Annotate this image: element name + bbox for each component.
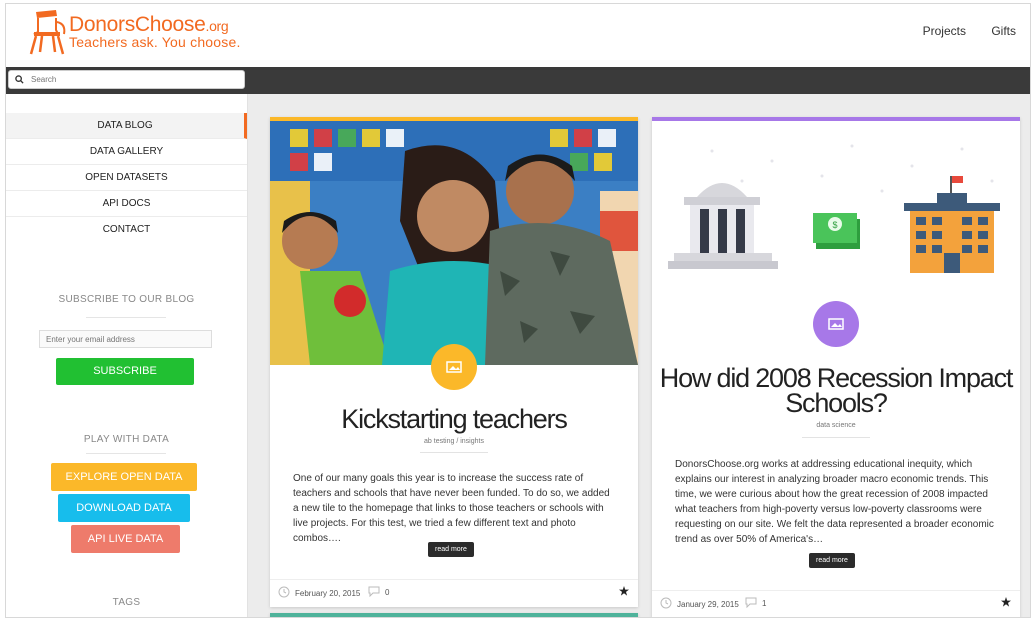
- read-more-button[interactable]: read more: [809, 553, 855, 568]
- image-icon: [446, 361, 462, 373]
- post-photo[interactable]: [270, 121, 638, 365]
- divider: [420, 452, 488, 453]
- divider: [86, 317, 166, 318]
- star-icon[interactable]: [1001, 597, 1011, 607]
- browser-viewport: DonorsChoose.org Teachers ask. You choos…: [5, 3, 1031, 618]
- logo-chair-icon[interactable]: [26, 8, 68, 58]
- comment-icon: [368, 586, 380, 597]
- search-bar: [6, 67, 1030, 94]
- post-type-badge: [431, 344, 477, 390]
- image-icon: [828, 318, 844, 330]
- divider: [802, 437, 870, 438]
- post-excerpt: One of our many goals this year is to in…: [293, 473, 610, 544]
- post-card: $ How did 2008 Recession Impact Schools?…: [652, 117, 1020, 617]
- post-category[interactable]: data science: [652, 422, 1020, 429]
- post-card: Kickstarting teachers ab testing / insig…: [270, 117, 638, 607]
- svg-text:$: $: [832, 220, 837, 230]
- nav-projects[interactable]: Projects: [923, 24, 966, 38]
- nav-gifts[interactable]: Gifts: [991, 24, 1016, 38]
- post-date: February 20, 2015: [295, 589, 361, 598]
- post-card-next: [270, 613, 638, 617]
- post-footer: January 29, 2015 1: [652, 590, 1020, 615]
- download-data-button[interactable]: DOWNLOAD DATA: [58, 494, 190, 522]
- search-box: [8, 70, 245, 89]
- comment-count[interactable]: 1: [762, 599, 766, 608]
- post-date: January 29, 2015: [677, 600, 739, 609]
- sidebar-item-open-datasets[interactable]: OPEN DATASETS: [6, 165, 247, 191]
- site-header: DonorsChoose.org Teachers ask. You choos…: [6, 4, 1030, 67]
- post-footer: February 20, 2015 0: [270, 579, 638, 604]
- subscribe-heading: SUBSCRIBE TO OUR BLOG: [58, 294, 195, 305]
- sidebar-item-data-gallery[interactable]: DATA GALLERY: [6, 139, 247, 165]
- blog-feed: Kickstarting teachers ab testing / insig…: [248, 94, 1030, 617]
- search-input[interactable]: [31, 72, 231, 87]
- subscribe-button[interactable]: SUBSCRIBE: [56, 358, 194, 385]
- clock-icon: [660, 597, 672, 609]
- api-live-data-button[interactable]: API LIVE DATA: [71, 525, 180, 553]
- tags-heading: TAGS: [112, 597, 141, 608]
- sidebar-item-data-blog[interactable]: DATA BLOG: [6, 113, 247, 139]
- read-more-button[interactable]: read more: [428, 542, 474, 557]
- post-category[interactable]: ab testing / insights: [270, 438, 638, 445]
- post-title[interactable]: Kickstarting teachers: [270, 406, 638, 433]
- divider: [86, 453, 166, 454]
- explore-open-data-button[interactable]: EXPLORE OPEN DATA: [51, 463, 197, 491]
- search-icon: [15, 75, 24, 84]
- sidebar: DATA BLOG DATA GALLERY OPEN DATASETS API…: [6, 94, 248, 617]
- star-icon[interactable]: [619, 586, 629, 596]
- comment-icon: [745, 597, 757, 608]
- sidebar-item-api-docs[interactable]: API DOCS: [6, 191, 247, 217]
- top-nav: Projects Gifts: [901, 24, 1016, 38]
- post-title[interactable]: How did 2008 Recession Impact Schools?: [652, 365, 1020, 417]
- brand-tagline: Teachers ask. You choose.: [69, 34, 241, 50]
- play-with-data-heading: PLAY WITH DATA: [83, 434, 170, 445]
- sidebar-menu: DATA BLOG DATA GALLERY OPEN DATASETS API…: [6, 113, 247, 242]
- post-illustration[interactable]: $: [652, 121, 1020, 296]
- post-excerpt: DonorsChoose.org works at addressing edu…: [675, 459, 994, 545]
- clock-icon: [278, 586, 290, 598]
- sidebar-item-contact[interactable]: CONTACT: [6, 217, 247, 242]
- comment-count[interactable]: 0: [385, 588, 389, 597]
- email-field[interactable]: [39, 330, 212, 348]
- post-type-badge: [813, 301, 859, 347]
